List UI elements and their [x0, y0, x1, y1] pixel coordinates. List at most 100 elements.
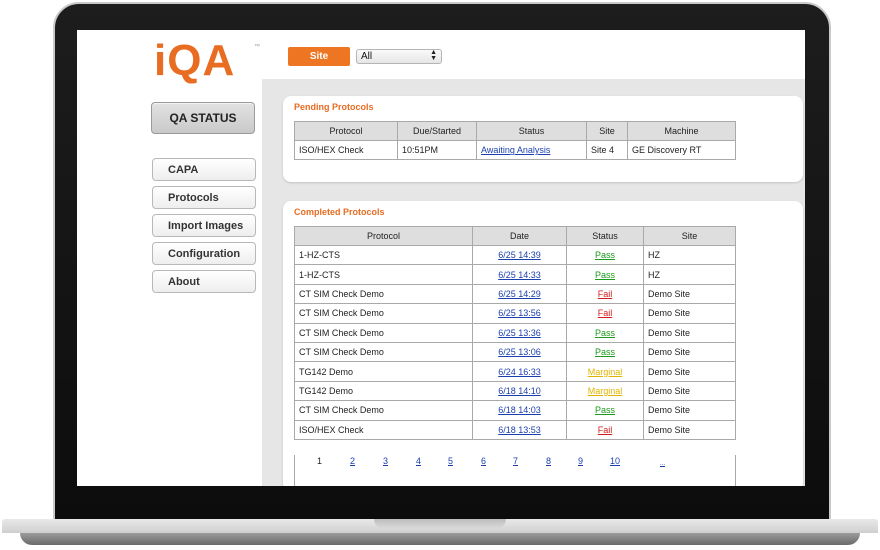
- row-date-link[interactable]: 6/25 13:36: [498, 328, 541, 338]
- table-row: CT SIM Check Demo 6/25 13:36 Pass Demo Site: [294, 322, 736, 343]
- pending-protocols-title: Pending Protocols: [294, 102, 374, 112]
- page-link-2[interactable]: 2: [350, 456, 355, 466]
- row-status-cell: Pass: [566, 322, 644, 343]
- page-link-9[interactable]: 9: [578, 456, 583, 466]
- pending-row: ISO/HEX Check 10:51PM Awaiting Analysis …: [294, 139, 736, 161]
- page-link-1: 1: [317, 456, 323, 466]
- nav-configuration-button[interactable]: Configuration: [152, 242, 256, 265]
- col-protocol: Protocol: [294, 121, 398, 141]
- row-status-link[interactable]: Fail: [598, 425, 613, 435]
- row-date-link[interactable]: 6/25 14:39: [498, 250, 541, 260]
- row-date-cell: 6/25 13:56: [472, 303, 567, 324]
- row-date-cell: 6/25 14:39: [472, 244, 567, 266]
- pending-site: Site 4: [586, 139, 628, 161]
- row-date-link[interactable]: 6/25 13:06: [498, 347, 541, 357]
- row-protocol: CT SIM Check Demo: [294, 400, 473, 421]
- row-status-link[interactable]: Marginal: [588, 386, 623, 396]
- row-status-link[interactable]: Pass: [595, 250, 615, 260]
- row-protocol: TG142 Demo: [294, 361, 473, 382]
- row-site: Demo Site: [643, 283, 736, 305]
- row-date-link[interactable]: 6/18 14:03: [498, 405, 541, 415]
- row-status-cell: Fail: [566, 419, 644, 440]
- logo-trademark: ™: [254, 44, 260, 50]
- row-site: Demo Site: [643, 361, 736, 382]
- site-filter-button[interactable]: Site: [288, 47, 350, 66]
- table-row: ISO/HEX Check 6/18 13:53 Fail Demo Site: [294, 419, 736, 440]
- table-row: TG142 Demo 6/24 16:33 Marginal Demo Site: [294, 361, 736, 382]
- row-site: Demo Site: [643, 322, 736, 343]
- table-row: CT SIM Check Demo 6/25 13:56 Fail Demo Site: [294, 303, 736, 324]
- row-site: Demo Site: [643, 400, 736, 421]
- qa-status-button[interactable]: QA STATUS: [151, 102, 255, 134]
- site-select-value: All: [361, 51, 373, 62]
- nav-about-button[interactable]: About: [152, 270, 256, 293]
- completed-table-body: 1-HZ-CTS 6/25 14:39 Pass HZ 1-HZ-CTS 6/25 14:…: [294, 244, 736, 440]
- nav-protocols-button[interactable]: Protocols: [152, 186, 256, 209]
- row-date-cell: 6/25 13:06: [472, 341, 567, 363]
- row-site: HZ: [643, 264, 736, 285]
- laptop-base-bottom: [20, 533, 860, 545]
- row-site: Demo Site: [643, 341, 736, 363]
- screen: iQA ™ QA STATUS CAPA Protocols Import Im…: [77, 30, 805, 486]
- laptop-notch: [374, 519, 506, 528]
- completed-table: Protocol Date Status Site 1-HZ-CTS 6/25 1…: [294, 226, 736, 440]
- laptop-base: [0, 519, 880, 550]
- page-more-link[interactable]: ...: [660, 461, 665, 467]
- row-status-link[interactable]: Fail: [598, 289, 613, 299]
- table-row: CT SIM Check Demo 6/25 14:29 Fail Demo Site: [294, 283, 736, 305]
- col-site: Site: [643, 226, 736, 246]
- row-status-cell: Marginal: [566, 361, 644, 382]
- page-link-8[interactable]: 8: [546, 456, 551, 466]
- col-due-started: Due/Started: [397, 121, 477, 141]
- row-protocol: CT SIM Check Demo: [294, 322, 473, 343]
- row-protocol: 1-HZ-CTS: [294, 264, 473, 285]
- completed-header-row: Protocol Date Status Site: [294, 226, 736, 246]
- site-select[interactable]: All ▲ ▼: [356, 49, 442, 64]
- row-date-link[interactable]: 6/18 13:53: [498, 425, 541, 435]
- col-machine: Machine: [627, 121, 736, 141]
- row-date-cell: 6/18 13:53: [472, 419, 567, 440]
- completed-protocols-title: Completed Protocols: [294, 207, 385, 217]
- row-date-cell: 6/25 14:33: [472, 264, 567, 285]
- nav-import-images-button[interactable]: Import Images: [152, 214, 256, 237]
- row-status-link[interactable]: Pass: [595, 347, 615, 357]
- row-status-cell: Fail: [566, 303, 644, 324]
- iqa-logo: iQA ™: [154, 36, 264, 85]
- pending-machine: GE Discovery RT: [627, 139, 736, 161]
- page-link-6[interactable]: 6: [481, 456, 486, 466]
- page-link-7[interactable]: 7: [513, 456, 518, 466]
- logo-text: iQA: [154, 36, 236, 85]
- page-link-5[interactable]: 5: [448, 456, 453, 466]
- row-status-link[interactable]: Pass: [595, 270, 615, 280]
- row-status-cell: Pass: [566, 244, 644, 266]
- row-date-link[interactable]: 6/24 16:33: [498, 367, 541, 377]
- table-row: CT SIM Check Demo 6/25 13:06 Pass Demo Site: [294, 341, 736, 363]
- table-row: 1-HZ-CTS 6/25 14:39 Pass HZ: [294, 244, 736, 266]
- row-protocol: CT SIM Check Demo: [294, 283, 473, 305]
- pending-status-link[interactable]: Awaiting Analysis: [481, 145, 550, 155]
- row-status-cell: Marginal: [566, 380, 644, 402]
- row-date-cell: 6/25 14:29: [472, 283, 567, 305]
- table-row: TG142 Demo 6/18 14:10 Marginal Demo Site: [294, 380, 736, 402]
- row-date-cell: 6/18 14:10: [472, 380, 567, 402]
- table-row: CT SIM Check Demo 6/18 14:03 Pass Demo Site: [294, 400, 736, 421]
- row-date-cell: 6/18 14:03: [472, 400, 567, 421]
- col-protocol: Protocol: [294, 226, 473, 246]
- page-link-4[interactable]: 4: [416, 456, 421, 466]
- row-date-link[interactable]: 6/25 14:33: [498, 270, 541, 280]
- pending-table: Protocol Due/Started Status Site Machine…: [294, 121, 736, 161]
- col-date: Date: [472, 226, 567, 246]
- row-date-link[interactable]: 6/18 14:10: [498, 386, 541, 396]
- row-status-cell: Pass: [566, 341, 644, 363]
- row-status-link[interactable]: Marginal: [588, 367, 623, 377]
- row-status-link[interactable]: Fail: [598, 308, 613, 318]
- row-date-link[interactable]: 6/25 14:29: [498, 289, 541, 299]
- row-status-link[interactable]: Pass: [595, 328, 615, 338]
- page-link-10[interactable]: 10: [610, 456, 620, 466]
- nav-capa-button[interactable]: CAPA: [152, 158, 256, 181]
- row-status-cell: Fail: [566, 283, 644, 305]
- page-link-3[interactable]: 3: [383, 456, 388, 466]
- row-date-link[interactable]: 6/25 13:56: [498, 308, 541, 318]
- pending-due: 10:51PM: [397, 139, 477, 161]
- row-status-link[interactable]: Pass: [595, 405, 615, 415]
